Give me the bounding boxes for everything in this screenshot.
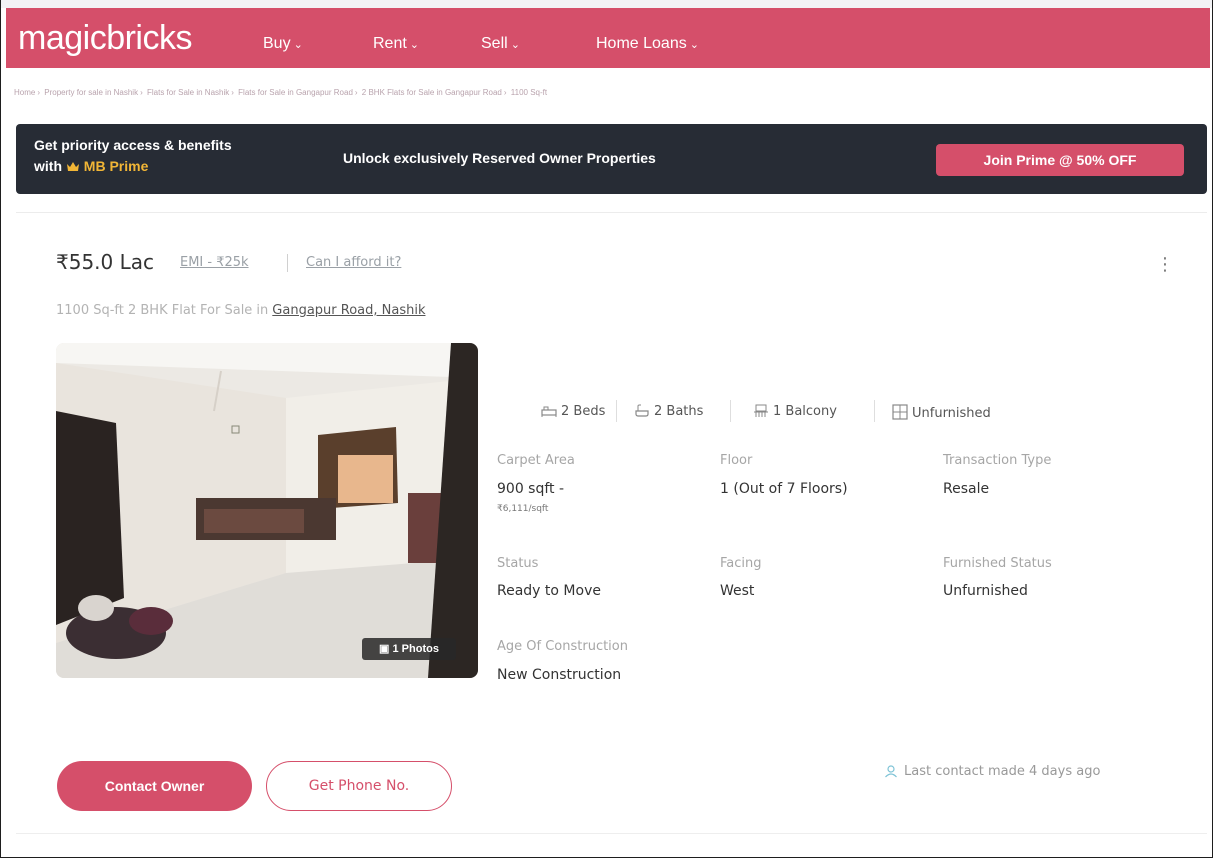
carpet-area-value: 900 sqft - [497, 481, 565, 497]
breadcrumb-separator: › [503, 88, 507, 97]
nav-rent-label: Rent [373, 35, 407, 52]
chevron-down-icon: ⌄ [409, 39, 420, 51]
breadcrumb-separator: › [231, 88, 234, 97]
nav-home-loans[interactable]: Home Loans ⌄ [596, 35, 699, 53]
amenity-beds-label: 2 Beds [561, 404, 606, 419]
chevron-down-icon: ⌄ [293, 39, 303, 51]
status-value: Ready to Move [497, 583, 601, 599]
floor-value: 1 (Out of 7 Floors) [720, 481, 848, 497]
amenity-separator [616, 400, 617, 422]
age-of-construction-value: New Construction [497, 667, 622, 683]
photos-count-label: 1 Photos [392, 643, 439, 655]
status-label: Status [497, 556, 539, 571]
amenity-baths-label: 2 Baths [654, 404, 704, 419]
furnished-status-label: Furnished Status [943, 556, 1052, 571]
amenity-separator [874, 400, 875, 422]
user-icon [885, 765, 897, 778]
prime-banner: Get priority access & benefits with MB P… [16, 124, 1207, 194]
listing-subtitle-text: 1100 Sq-ft 2 BHK Flat For Sale in [56, 303, 269, 318]
prime-line1: Get priority access & benefits [34, 137, 232, 153]
bath-icon [635, 404, 649, 417]
get-phone-button[interactable]: Get Phone No. [266, 761, 452, 811]
bed-icon [541, 406, 557, 417]
facing-label: Facing [720, 556, 762, 571]
facing-value: West [720, 583, 755, 599]
magicbricks-logo[interactable]: magicbricks [18, 20, 192, 56]
breadcrumb-item[interactable]: Property for sale in Nashik [44, 88, 138, 97]
crown-icon [66, 162, 79, 171]
photos-count-badge[interactable]: ▣ 1 Photos [362, 638, 456, 660]
emi-link[interactable]: EMI - ₹25k [180, 255, 249, 270]
nav-buy[interactable]: Buy ⌄ [263, 35, 303, 53]
floor-label: Floor [720, 453, 753, 468]
join-prime-button[interactable]: Join Prime @ 50% OFF [936, 144, 1184, 176]
amenity-furnishing-label: Unfurnished [912, 406, 991, 421]
furniture-icon [892, 404, 908, 420]
bottom-divider [16, 833, 1207, 834]
afford-link[interactable]: Can I afford it? [306, 255, 401, 270]
carpet-area-label: Carpet Area [497, 453, 575, 468]
furnished-status-value: Unfurnished [943, 583, 1028, 599]
chevron-down-icon: ⌄ [510, 39, 520, 51]
room-photo-image [56, 343, 478, 678]
amenity-baths: 2 Baths [634, 404, 703, 419]
prime-line2: with MB Prime [34, 156, 232, 177]
price-per-sqft: ₹6,111/sqft [497, 504, 549, 514]
section-divider [16, 212, 1207, 213]
breadcrumb-item-current: 1100 Sq-ft [510, 88, 548, 97]
location-link[interactable]: Gangapur Road, Nashik [272, 303, 425, 318]
age-of-construction-label: Age Of Construction [497, 639, 628, 654]
breadcrumb-separator: › [140, 88, 143, 97]
more-options-icon[interactable]: ⋮ [1156, 256, 1174, 274]
breadcrumb-separator: › [37, 88, 41, 97]
nav-sell-label: Sell [481, 35, 508, 52]
balcony-icon [754, 404, 768, 417]
amenity-furnishing: Unfurnished [892, 404, 991, 421]
mb-prime-label: MB Prime [83, 158, 149, 174]
listing-subtitle: 1100 Sq-ft 2 BHK Flat For Sale in Gangapu… [56, 303, 426, 318]
last-contact-info: Last contact made 4 days ago [884, 764, 1100, 779]
price-separator [287, 254, 288, 272]
prime-benefits-text: Get priority access & benefits with MB P… [34, 135, 232, 177]
breadcrumb-item[interactable]: Flats for Sale in Gangapur Road [238, 88, 353, 97]
breadcrumb: Home › Property for sale in Nashik › Flats… [14, 88, 547, 97]
nav-home-loans-label: Home Loans [596, 35, 687, 52]
last-contact-text: Last contact made 4 days ago [904, 764, 1101, 779]
chevron-down-icon: ⌄ [689, 39, 699, 51]
top-nav-bar: magicbricks Buy ⌄ Rent ⌄ Sell ⌄ Home Loans ⌄ [6, 8, 1210, 68]
breadcrumb-item[interactable]: 2 BHK Flats for Sale in Gangapur Road [362, 88, 502, 97]
transaction-type-value: Resale [943, 481, 990, 497]
breadcrumb-item[interactable]: Home [14, 88, 35, 97]
nav-buy-label: Buy [263, 35, 291, 52]
prime-message: Unlock exclusively Reserved Owner Proper… [343, 150, 656, 166]
nav-rent[interactable]: Rent ⌄ [373, 35, 419, 53]
amenity-separator [730, 400, 731, 422]
photo-icon: ▣ [379, 643, 390, 655]
amenity-balcony: 1 Balcony [753, 404, 837, 419]
transaction-type-label: Transaction Type [943, 453, 1052, 468]
prime-line2-prefix: with [34, 158, 62, 174]
breadcrumb-item[interactable]: Flats for Sale in Nashik [147, 88, 229, 97]
breadcrumb-separator: › [354, 88, 358, 97]
listing-price: ₹55.0 Lac [56, 250, 155, 274]
property-photo[interactable] [56, 343, 478, 678]
amenity-beds: 2 Beds [541, 404, 605, 419]
amenity-balcony-label: 1 Balcony [773, 404, 837, 419]
nav-sell[interactable]: Sell ⌄ [481, 35, 520, 53]
contact-owner-button[interactable]: Contact Owner [57, 761, 252, 811]
